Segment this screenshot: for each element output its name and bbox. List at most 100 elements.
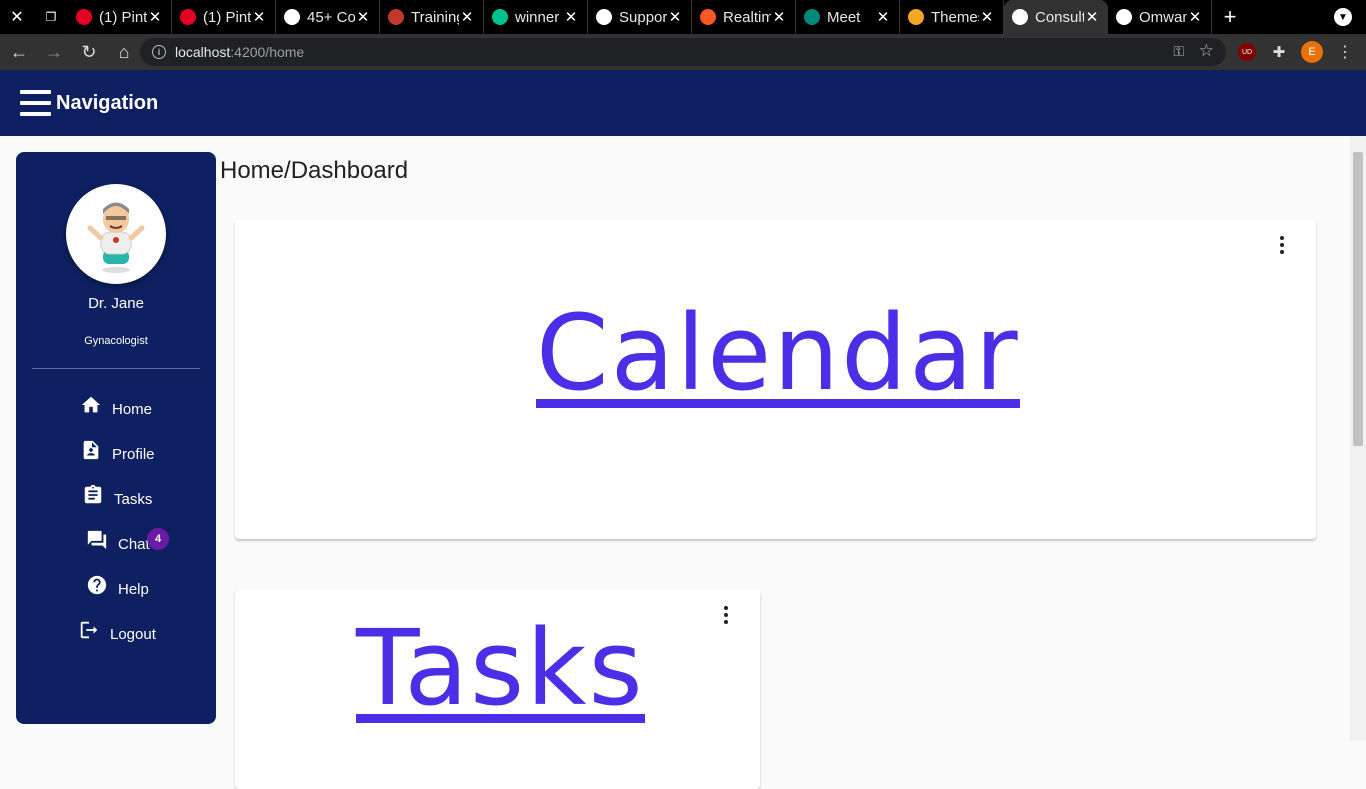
profile-avatar[interactable]: E	[1301, 41, 1323, 63]
logout-icon	[80, 621, 98, 639]
close-window-icon[interactable]: ✕	[0, 0, 34, 34]
tab-title: Support	[619, 8, 667, 26]
browser-tab[interactable]: Omwamba✕	[1108, 0, 1212, 34]
url-path: :4200/home	[230, 44, 305, 60]
tab-favicon-icon	[180, 9, 196, 25]
sidebar-item-home[interactable]: Home	[80, 394, 152, 418]
sidebar-item-label: Profile	[112, 446, 155, 463]
back-icon[interactable]: ←	[3, 36, 35, 68]
tab-title: 45+ Colors	[307, 8, 355, 26]
tab-close-icon[interactable]: ✕	[875, 8, 891, 26]
browser-tab[interactable]: (1) Pinterest✕	[68, 0, 172, 34]
more-options-icon[interactable]	[716, 604, 736, 626]
tasks-icon	[84, 484, 102, 504]
reload-icon[interactable]: ↻	[73, 36, 105, 68]
breadcrumb: Home/Dashboard	[220, 157, 409, 184]
tab-title: (1) Pinterest	[203, 8, 251, 26]
new-tab-button[interactable]: +	[1212, 0, 1248, 34]
tab-close-icon[interactable]: ✕	[459, 8, 475, 26]
tab-close-icon[interactable]: ✕	[771, 8, 787, 26]
extensions-puzzle-icon[interactable]: ✚	[1270, 43, 1288, 61]
more-options-icon[interactable]	[1272, 234, 1292, 256]
sidebar: Dr. Jane Gynacologist Home Profile Tasks…	[16, 152, 216, 724]
tab-title: Consultation	[1035, 8, 1084, 26]
password-key-icon[interactable]: ⚿	[1173, 43, 1184, 60]
home-browser-icon[interactable]: ⌂	[108, 36, 140, 68]
tasks-card: Tasks	[235, 589, 760, 789]
app-title: Navigation	[56, 91, 159, 114]
browser-tab[interactable]: Realtime✕	[692, 0, 796, 34]
tab-close-icon[interactable]: ✕	[667, 8, 683, 26]
tab-title: Themes	[931, 8, 979, 26]
tab-favicon-icon	[76, 9, 92, 25]
browser-tab[interactable]: winner ✕	[484, 0, 588, 34]
doctor-avatar	[66, 184, 166, 284]
browser-tab[interactable]: Meet ✕	[796, 0, 900, 34]
tab-favicon-icon	[700, 9, 716, 25]
tab-favicon-icon	[804, 9, 820, 25]
tab-close-icon[interactable]: ✕	[251, 8, 267, 26]
site-info-icon[interactable]: i	[152, 45, 166, 59]
tab-close-icon[interactable]: ✕	[1187, 8, 1203, 26]
tab-title: Training	[411, 8, 459, 26]
app-header: Navigation	[0, 70, 1366, 136]
browser-toolbar: ← → ↻ ⌂ i localhost:4200/home ⚿ ☆ UD ✚ E…	[0, 34, 1366, 70]
tab-favicon-icon	[492, 9, 508, 25]
sidebar-item-profile[interactable]: Profile	[80, 439, 155, 463]
scrollbar-thumb[interactable]	[1353, 152, 1363, 446]
chat-icon	[87, 530, 107, 550]
browser-tab[interactable]: Support ✕	[588, 0, 692, 34]
chat-unread-badge: 4	[147, 528, 169, 550]
tab-title: winner	[515, 8, 560, 26]
tab-favicon-icon	[284, 9, 300, 25]
profile-icon	[83, 440, 99, 460]
tab-favicon-icon	[1116, 9, 1132, 25]
tab-title: Realtime	[723, 8, 771, 26]
tab-favicon-icon	[388, 9, 404, 25]
sidebar-item-help[interactable]: Help	[86, 574, 149, 598]
restore-window-icon[interactable]: ❐	[34, 0, 68, 34]
tasks-link[interactable]: Tasks	[356, 616, 645, 723]
sidebar-item-label: Logout	[110, 626, 156, 643]
sidebar-item-label: Help	[118, 581, 149, 598]
bookmark-star-icon[interactable]: ☆	[1199, 41, 1214, 61]
browser-tab[interactable]: 45+ Colors✕	[276, 0, 380, 34]
sidebar-item-label: Chat	[118, 536, 150, 553]
browser-tab-bar: ✕ ❐ (1) Pinterest✕(1) Pinterest✕45+ Colo…	[0, 0, 1366, 34]
tab-close-icon[interactable]: ✕	[147, 8, 163, 26]
ublock-extension-icon[interactable]: UD	[1238, 43, 1256, 61]
tab-close-icon[interactable]: ✕	[979, 8, 995, 26]
browser-tab[interactable]: Training✕	[380, 0, 484, 34]
help-icon	[87, 575, 107, 595]
tab-close-icon[interactable]: ✕	[355, 8, 371, 26]
calendar-card: Calendar	[235, 219, 1316, 539]
tab-title: Meet	[827, 8, 861, 26]
tab-title: Omwamba	[1139, 8, 1187, 26]
calendar-link[interactable]: Calendar	[536, 301, 1020, 408]
sidebar-item-chat[interactable]: Chat	[86, 529, 150, 553]
forward-icon[interactable]: →	[38, 36, 70, 68]
sidebar-item-tasks[interactable]: Tasks	[82, 484, 152, 508]
home-icon	[81, 396, 101, 413]
address-bar[interactable]: i localhost:4200/home ⚿ ☆	[140, 38, 1226, 66]
sidebar-item-label: Home	[112, 401, 153, 418]
browser-tab[interactable]: Themes✕	[900, 0, 1004, 34]
menu-icon[interactable]	[20, 88, 51, 118]
tab-favicon-icon	[1012, 9, 1028, 25]
doctor-name: Dr. Jane	[88, 295, 144, 312]
page-scrollbar[interactable]	[1350, 136, 1366, 741]
sidebar-divider	[32, 368, 200, 369]
tab-search-icon[interactable]: ▼	[1334, 8, 1352, 26]
browser-tab[interactable]: Consultation✕	[1004, 0, 1108, 34]
sidebar-item-logout[interactable]: Logout	[78, 619, 156, 643]
tab-close-icon[interactable]: ✕	[563, 8, 579, 26]
tab-close-icon[interactable]: ✕	[1084, 8, 1100, 26]
tab-favicon-icon	[908, 9, 924, 25]
browser-tab[interactable]: (1) Pinterest✕	[172, 0, 276, 34]
url-host: localhost	[175, 44, 231, 60]
doctor-role: Gynacologist	[84, 335, 148, 347]
sidebar-item-label: Tasks	[114, 491, 153, 508]
tab-favicon-icon	[596, 9, 612, 25]
tab-title: (1) Pinterest	[99, 8, 147, 26]
browser-menu-icon[interactable]: ⋮	[1336, 43, 1354, 61]
